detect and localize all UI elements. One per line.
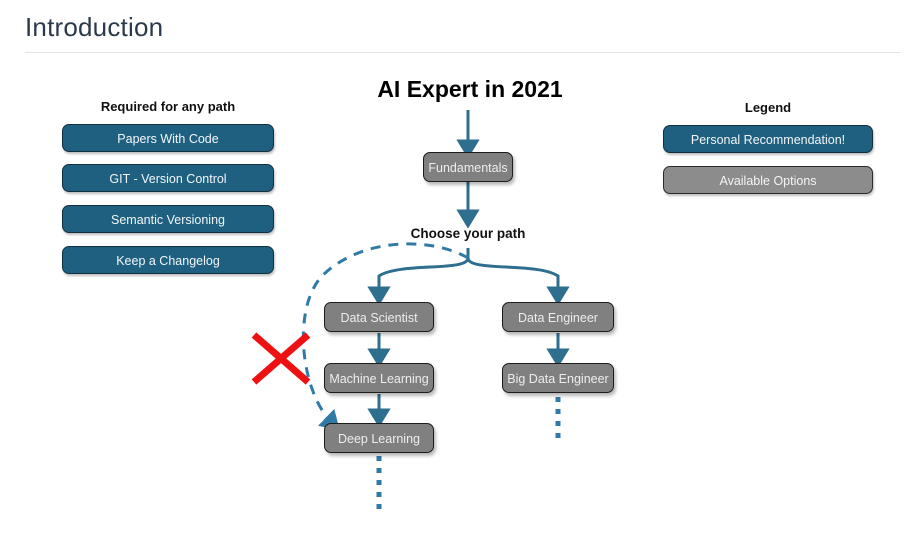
red-x-blocked-icon [251,332,311,385]
page-title: Introduction [25,12,164,42]
arrow-split-to-data-scientist [367,257,470,306]
legend-heading: Legend [744,100,792,115]
dashed-shortcut-to-deep-learning [301,242,469,431]
required-section-heading: Required for any path [100,99,236,114]
choose-your-path-label: Choose your path [410,226,526,241]
header-divider [25,52,900,53]
required-item-papers-with-code[interactable]: Papers With Code [62,124,274,152]
legend-item-personal-recommendation: Personal Recommendation! [663,125,873,153]
required-item-git-version-control[interactable]: GIT - Version Control [62,164,274,192]
node-machine-learning[interactable]: Machine Learning [324,363,434,393]
required-item-semantic-versioning[interactable]: Semantic Versioning [62,205,274,233]
legend-item-available-options: Available Options [663,166,873,194]
flow-title: AI Expert in 2021 [377,76,563,102]
required-item-keep-a-changelog[interactable]: Keep a Changelog [62,246,274,274]
node-data-scientist[interactable]: Data Scientist [324,302,434,332]
node-fundamentals[interactable]: Fundamentals [423,152,513,182]
node-data-engineer[interactable]: Data Engineer [502,302,614,332]
node-big-data-engineer[interactable]: Big Data Engineer [502,363,614,393]
arrow-split-to-data-engineer [466,257,570,306]
node-deep-learning[interactable]: Deep Learning [324,423,434,453]
